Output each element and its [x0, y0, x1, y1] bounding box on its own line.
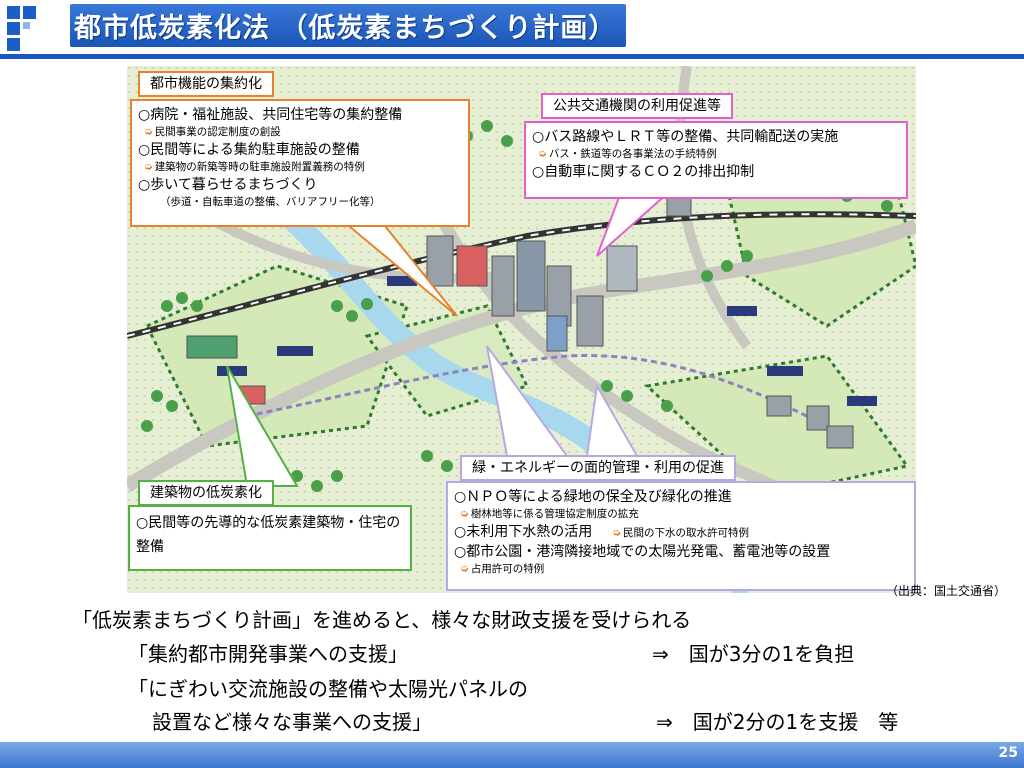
transit-box: バス路線やＬＲＴ等の整備、共同輸配送の実施 ➭バス・鉄道等の各事業法の手続特例 … [524, 121, 908, 199]
slide-footer: 25 [0, 742, 1024, 768]
transit-label: 公共交通機関の利用促進等 [541, 93, 733, 119]
compact-city-label: 都市機能の集約化 [138, 71, 274, 97]
building-box: 民間等の先導的な低炭素建築物・住宅の整備 [128, 505, 412, 571]
arrow-right-icon: ➭ [538, 148, 547, 160]
header-divider [0, 54, 1024, 59]
green-sub-3: ➭ 占用許可の特例 [460, 563, 545, 575]
compact-item-3: 歩いて暮らせるまちづくり [138, 175, 462, 195]
summary-line-4-left: 設置など様々な事業への支援」 [152, 710, 432, 734]
page-title: 都市低炭素化法 （低炭素まちづくり計画） [70, 4, 627, 47]
arrow-right-icon: ➭ [612, 527, 622, 539]
green-item-1: ＮＰＯ等による緑地の保全及び緑化の推進 [454, 487, 908, 507]
green-energy-label: 緑・エネルギーの面的管理・利用の促進 [460, 455, 736, 481]
building-label: 建築物の低炭素化 [138, 480, 274, 506]
summary-line-4-right: ⇒ 国が2分の1を支援 等 [656, 710, 899, 734]
page-number: 25 [998, 745, 1018, 761]
green-energy-box: ＮＰＯ等による緑地の保全及び緑化の推進 ➭樹林地等に係る管理協定制度の拡充 未利… [446, 481, 916, 591]
green-sub-1: ➭ 樹林地等に係る管理協定制度の拡充 [460, 508, 639, 520]
arrow-right-icon: ➭ [460, 508, 469, 520]
transit-item-2: 自動車に関するＣＯ２の排出抑制 [532, 162, 900, 182]
summary-line-2-left: 「集約都市開発事業への支援」 [128, 642, 408, 666]
compact-sub-1: ➭ 民間事業の認定制度の創設 [144, 126, 281, 138]
compact-city-box: 病院・福祉施設、共同住宅等の集約整備 ➭民間事業の認定制度の創設 民間等による集… [130, 99, 470, 227]
transit-item-1: バス路線やＬＲＴ等の整備、共同輸配送の実施 [532, 127, 900, 147]
compact-item-2: 民間等による集約駐車施設の整備 [138, 140, 462, 160]
building-item-1: 民間等の先導的な低炭素建築物・住宅の整備 [136, 511, 404, 559]
summary-line-3: 「にぎわい交流施設の整備や太陽光パネルの [128, 677, 528, 701]
transit-sub-1: ➭ バス・鉄道等の各事業法の手続特例 [538, 148, 717, 160]
arrow-right-icon: ➭ [144, 161, 153, 173]
green-item-3: 都市公園・港湾隣接地域での太陽光発電、蓄電池等の設置 [454, 542, 908, 562]
compact-sub-2: ➭ 建築物の新築等時の駐車施設附置義務の特例 [144, 161, 365, 173]
compact-item-1: 病院・福祉施設、共同住宅等の集約整備 [138, 105, 462, 125]
logo-square [23, 22, 30, 29]
summary-line-2-right: ⇒ 国が3分の1を負担 [652, 642, 855, 666]
logo-square [7, 6, 20, 19]
arrow-right-icon: ➭ [144, 126, 153, 138]
arrow-right-icon: ➭ [460, 563, 469, 575]
compact-sub-3: （歩道・自転車道の整備、バリアフリー化等） [160, 196, 381, 208]
summary-line-1: 「低炭素まちづくり計画」を進めると、様々な財政支援を受けられる [72, 608, 692, 632]
logo-square [7, 22, 20, 35]
logo-square [7, 38, 20, 51]
source-note: （出典：国土交通省） [885, 584, 1006, 598]
green-item-2: 未利用下水熱の活用 ➭民間の下水の取水許可特例 [454, 522, 908, 542]
logo-square [23, 6, 36, 19]
slide-header: 都市低炭素化法 （低炭素まちづくり計画） [0, 0, 1024, 59]
